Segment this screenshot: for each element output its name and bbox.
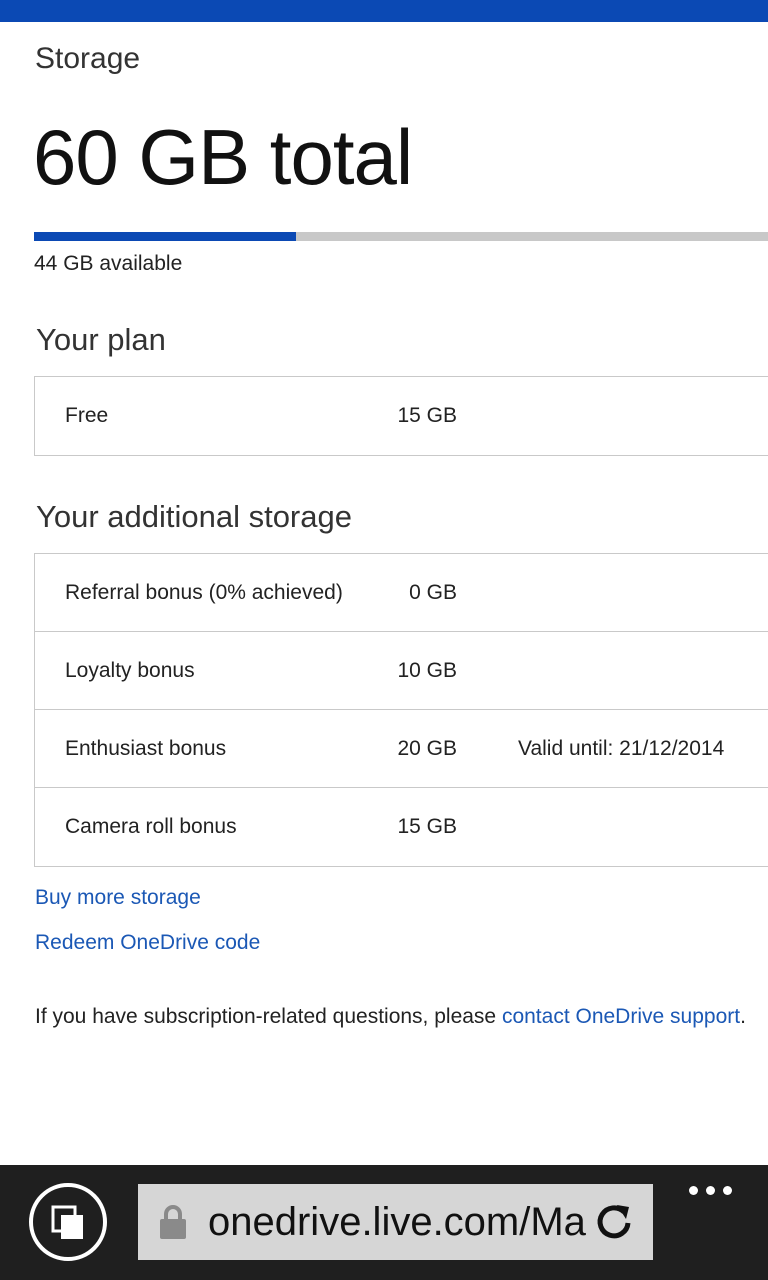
additional-section-title: Your additional storage xyxy=(36,499,352,534)
row-size: 10 GB xyxy=(397,659,457,682)
support-message-text: If you have subscription-related questio… xyxy=(35,1005,502,1028)
table-row: Referral bonus (0% achieved) 0 GB xyxy=(35,554,768,632)
tabs-button[interactable] xyxy=(29,1183,107,1261)
address-field[interactable]: onedrive.live.com/Ma xyxy=(138,1184,653,1260)
redeem-code-link[interactable]: Redeem OneDrive code xyxy=(35,931,260,955)
row-name: Free xyxy=(65,404,109,427)
storage-total: 60 GB total xyxy=(33,113,413,201)
buy-more-storage-link[interactable]: Buy more storage xyxy=(35,886,201,910)
row-note: Valid until: 21/12/2014 xyxy=(518,737,725,760)
top-accent-bar xyxy=(0,0,768,22)
lock-icon xyxy=(160,1205,186,1239)
tabs-icon xyxy=(51,1205,83,1239)
plan-table: Free 15 GB xyxy=(34,376,768,456)
refresh-icon[interactable] xyxy=(593,1201,635,1243)
more-menu-button[interactable] xyxy=(680,1175,740,1205)
browser-address-bar: onedrive.live.com/Ma xyxy=(0,1165,768,1280)
row-size: 15 GB xyxy=(397,404,457,427)
support-message: If you have subscription-related questio… xyxy=(35,1005,746,1029)
table-row: Free 15 GB xyxy=(35,377,768,455)
row-name: Loyalty bonus xyxy=(65,659,195,682)
contact-support-link[interactable]: contact OneDrive support xyxy=(502,1005,740,1028)
url-text: onedrive.live.com/Ma xyxy=(208,1200,586,1244)
more-icon xyxy=(722,1185,732,1195)
row-size: 0 GB xyxy=(409,581,457,604)
table-row: Enthusiast bonus 20 GB Valid until: 21/1… xyxy=(35,710,768,788)
storage-usage-bar xyxy=(34,232,768,241)
row-name: Referral bonus (0% achieved) xyxy=(65,581,343,604)
row-size: 15 GB xyxy=(397,815,457,838)
page-title: Storage xyxy=(35,42,141,75)
table-row: Camera roll bonus 15 GB xyxy=(35,788,768,866)
table-row: Loyalty bonus 10 GB xyxy=(35,632,768,710)
more-icon xyxy=(705,1185,715,1195)
storage-usage-fill xyxy=(34,232,296,241)
more-icon xyxy=(688,1185,698,1195)
support-message-end: . xyxy=(740,1005,746,1028)
storage-available: 44 GB available xyxy=(34,252,183,275)
plan-section-title: Your plan xyxy=(36,322,166,357)
row-name: Enthusiast bonus xyxy=(65,737,227,760)
row-size: 20 GB xyxy=(397,737,457,760)
additional-storage-table: Referral bonus (0% achieved) 0 GB Loyalt… xyxy=(34,553,768,867)
row-name: Camera roll bonus xyxy=(65,815,237,838)
